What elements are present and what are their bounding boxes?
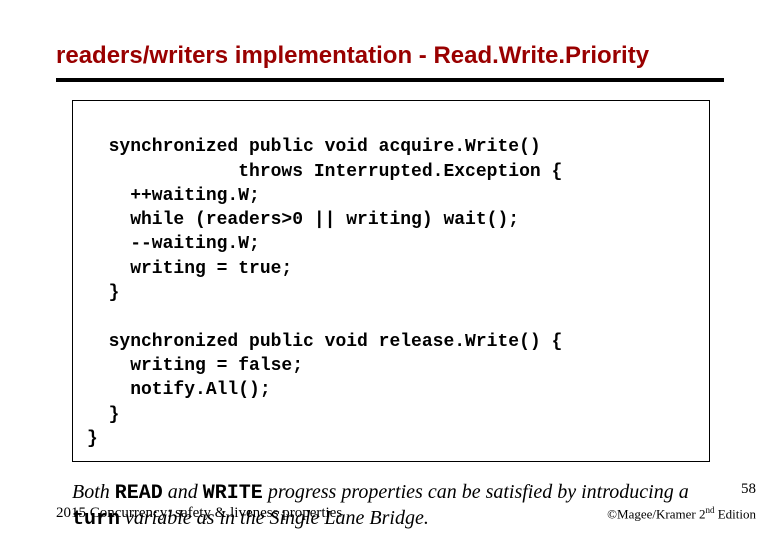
- code-block-release: synchronized public void release.Write()…: [87, 332, 562, 449]
- code-box: synchronized public void acquire.Write()…: [72, 100, 710, 462]
- caption-text: progress properties can be satisfied by …: [263, 481, 689, 503]
- caption-text: and: [163, 481, 203, 503]
- slide-title: readers/writers implementation - Read.Wr…: [56, 42, 724, 70]
- page-number: 58: [741, 481, 756, 498]
- footer-left: 2015 Concurrency: safety & liveness prop…: [56, 505, 342, 522]
- code-block-acquire: synchronized public void acquire.Write()…: [87, 137, 562, 303]
- title-rule: [56, 78, 724, 82]
- slide: readers/writers implementation - Read.Wr…: [0, 0, 780, 540]
- footer-right: ©Magee/Kramer 2nd Edition: [607, 505, 756, 522]
- footer-copyright: ©Magee/Kramer: [607, 506, 699, 521]
- caption-write: WRITE: [203, 482, 263, 505]
- caption-read: READ: [115, 482, 163, 505]
- footer-edition: Edition: [714, 506, 756, 521]
- caption-text: Both: [72, 481, 115, 503]
